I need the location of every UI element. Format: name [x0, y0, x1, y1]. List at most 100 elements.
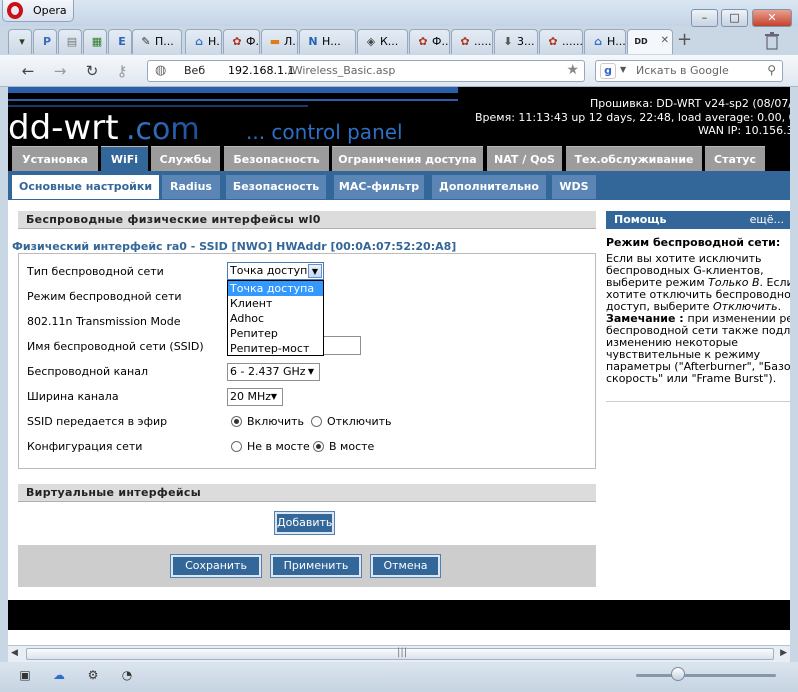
browser-tab[interactable]: ◈ К...: [357, 29, 408, 54]
browser-tab[interactable]: ⌂ Н...: [185, 29, 222, 54]
broadcast-disable-radio[interactable]: [311, 416, 322, 427]
browser-tab[interactable]: N Н...: [299, 29, 356, 54]
browser-tab[interactable]: ✿......: [451, 29, 493, 54]
tab-title: П...: [155, 35, 174, 48]
browser-tab[interactable]: E: [108, 29, 132, 54]
channel-select[interactable]: 6 - 2.437 GHz ▼: [227, 363, 320, 381]
subtab-mac-filter[interactable]: MAC-фильтр: [334, 175, 424, 199]
add-interface-button[interactable]: Добавить: [274, 511, 335, 535]
page-footer: [8, 600, 790, 630]
config-unbridged-label: Не в мосте: [247, 440, 310, 453]
subtab-basic-settings[interactable]: Основные настройки: [12, 175, 159, 199]
browser-tab[interactable]: ✎ П...: [132, 29, 182, 54]
browser-tab[interactable]: ⌂ Н...: [584, 29, 626, 54]
closed-tabs-trash-icon[interactable]: [764, 32, 780, 50]
tab-wifi[interactable]: WiFi: [101, 146, 148, 171]
home-icon: ⌂: [195, 35, 203, 48]
browser-tab[interactable]: P: [33, 29, 57, 54]
google-icon[interactable]: g: [600, 63, 616, 79]
dropdown-option-adhoc[interactable]: Adhoc: [228, 311, 323, 326]
tab-setup[interactable]: Установка: [12, 146, 98, 171]
browser-tab[interactable]: ✿ Ф...: [409, 29, 450, 54]
search-box[interactable]: g ▼ Искать в Google ⚲: [595, 60, 783, 82]
tab-security[interactable]: Безопасность: [224, 146, 329, 171]
bug-icon: ✿: [232, 35, 242, 48]
config-unbridged-radio[interactable]: [231, 441, 242, 452]
search-input[interactable]: Искать в Google: [636, 64, 729, 77]
ssid-input[interactable]: [323, 336, 361, 355]
opera-unite-cloud-icon[interactable]: ☁: [51, 667, 67, 683]
wand-key-icon[interactable]: ⚷: [112, 62, 132, 80]
tab-nat-qos[interactable]: NAT / QoS: [487, 146, 562, 171]
chevron-down-icon[interactable]: ▼: [620, 65, 626, 74]
broadcast-enable-radio[interactable]: [231, 416, 242, 427]
speed-dial-icon[interactable]: ◔: [119, 667, 135, 683]
subtab-wireless-security[interactable]: Безопасность: [226, 175, 326, 199]
reload-button[interactable]: ↻: [82, 62, 102, 80]
dropdown-option-repeater[interactable]: Репитер: [228, 326, 323, 341]
browser-tab[interactable]: ✿ Ф...: [223, 29, 260, 54]
cancel-button[interactable]: Отмена: [370, 554, 441, 578]
channel-width-select[interactable]: 20 MHz ▼: [227, 388, 283, 406]
dd-wrt-icon: ▾: [19, 35, 25, 48]
forward-button[interactable]: →: [50, 62, 70, 80]
tab-title: ......: [562, 35, 583, 48]
opera-menu-button[interactable]: Opera: [2, 0, 74, 22]
chevron-down-icon[interactable]: ▼: [267, 390, 281, 404]
config-bridged-radio[interactable]: [313, 441, 324, 452]
search-icon[interactable]: ⚲: [767, 63, 776, 77]
wireless-mode-select[interactable]: Точка доступа ▼: [227, 262, 324, 280]
scrollbar-thumb[interactable]: |||: [26, 647, 774, 660]
browser-tab[interactable]: ✿......: [539, 29, 583, 54]
scroll-right-icon[interactable]: ▶: [780, 648, 787, 658]
bug-icon: ✿: [548, 35, 558, 48]
tab-status[interactable]: Статус: [705, 146, 765, 171]
browser-tab[interactable]: ▾: [8, 29, 32, 54]
channel-width-value: 20 MHz: [230, 390, 272, 403]
subtab-wds[interactable]: WDS: [552, 175, 596, 199]
close-tab-icon[interactable]: ✕: [661, 35, 669, 46]
dropdown-option-repeater-bridge[interactable]: Репитер-мост: [228, 341, 323, 356]
status-bar: ▣ ☁ ⚙ ◔: [0, 662, 798, 692]
dropdown-option-client[interactable]: Клиент: [228, 296, 323, 311]
chevron-down-icon[interactable]: ▼: [304, 365, 318, 379]
apply-button[interactable]: Применить: [270, 554, 362, 578]
tab-title: Н...: [322, 35, 341, 48]
dropdown-option-ap[interactable]: Точка доступа: [228, 281, 323, 296]
panel-toggle-icon[interactable]: ▣: [17, 667, 33, 683]
bookmark-star-icon[interactable]: ★: [566, 62, 579, 78]
browser-tab[interactable]: DD ✕: [627, 29, 673, 54]
zoom-slider-track[interactable]: [636, 674, 776, 677]
browser-tab[interactable]: ▤: [58, 29, 82, 54]
tab-services[interactable]: Службы: [151, 146, 220, 171]
minimize-button[interactable]: –: [691, 9, 718, 27]
subtab-advanced[interactable]: Дополнительно: [432, 175, 546, 199]
tab-administration[interactable]: Тех.обслуживание: [566, 146, 702, 171]
close-window-button[interactable]: ✕: [752, 9, 792, 27]
chevron-down-icon[interactable]: ▼: [308, 264, 322, 278]
maximize-button[interactable]: □: [721, 9, 748, 27]
save-button[interactable]: Сохранить: [170, 554, 262, 578]
browser-tab[interactable]: ▬Л...: [261, 29, 298, 54]
globe-icon: ◍: [155, 63, 167, 78]
zoom-slider-knob[interactable]: [671, 667, 685, 681]
interface-title: Физический интерфейс ra0 - SSID [NWO] HW…: [12, 240, 457, 253]
new-tab-button[interactable]: +: [677, 30, 692, 50]
channel-label: Беспроводной канал: [27, 365, 148, 378]
subtab-radius[interactable]: Radius: [162, 175, 220, 199]
tab-title: Ф...: [432, 35, 450, 48]
game-icon: ▦: [91, 35, 103, 48]
browser-tab[interactable]: ▦: [83, 29, 107, 54]
address-bar[interactable]: ◍ Веб 192.168.1.1 /Wireless_Basic.asp ★: [147, 60, 585, 82]
ddwrt-logo: dd-wrt .com ... control panel: [8, 87, 458, 145]
url-path: /Wireless_Basic.asp: [288, 64, 396, 77]
turbo-icon[interactable]: ⚙: [85, 667, 101, 683]
help-more-link[interactable]: ещё...: [750, 211, 784, 229]
channel-width-label: Ширина канала: [27, 390, 119, 403]
tab-access-restrictions[interactable]: Ограничения доступа: [332, 146, 483, 171]
config-bridged-label: В мосте: [329, 440, 375, 453]
browser-tab[interactable]: ⬇ 3...: [494, 29, 538, 54]
back-button[interactable]: ←: [18, 62, 38, 80]
scroll-left-icon[interactable]: ◀: [11, 648, 18, 658]
horizontal-scrollbar[interactable]: ◀ ||| ▶: [8, 645, 790, 662]
